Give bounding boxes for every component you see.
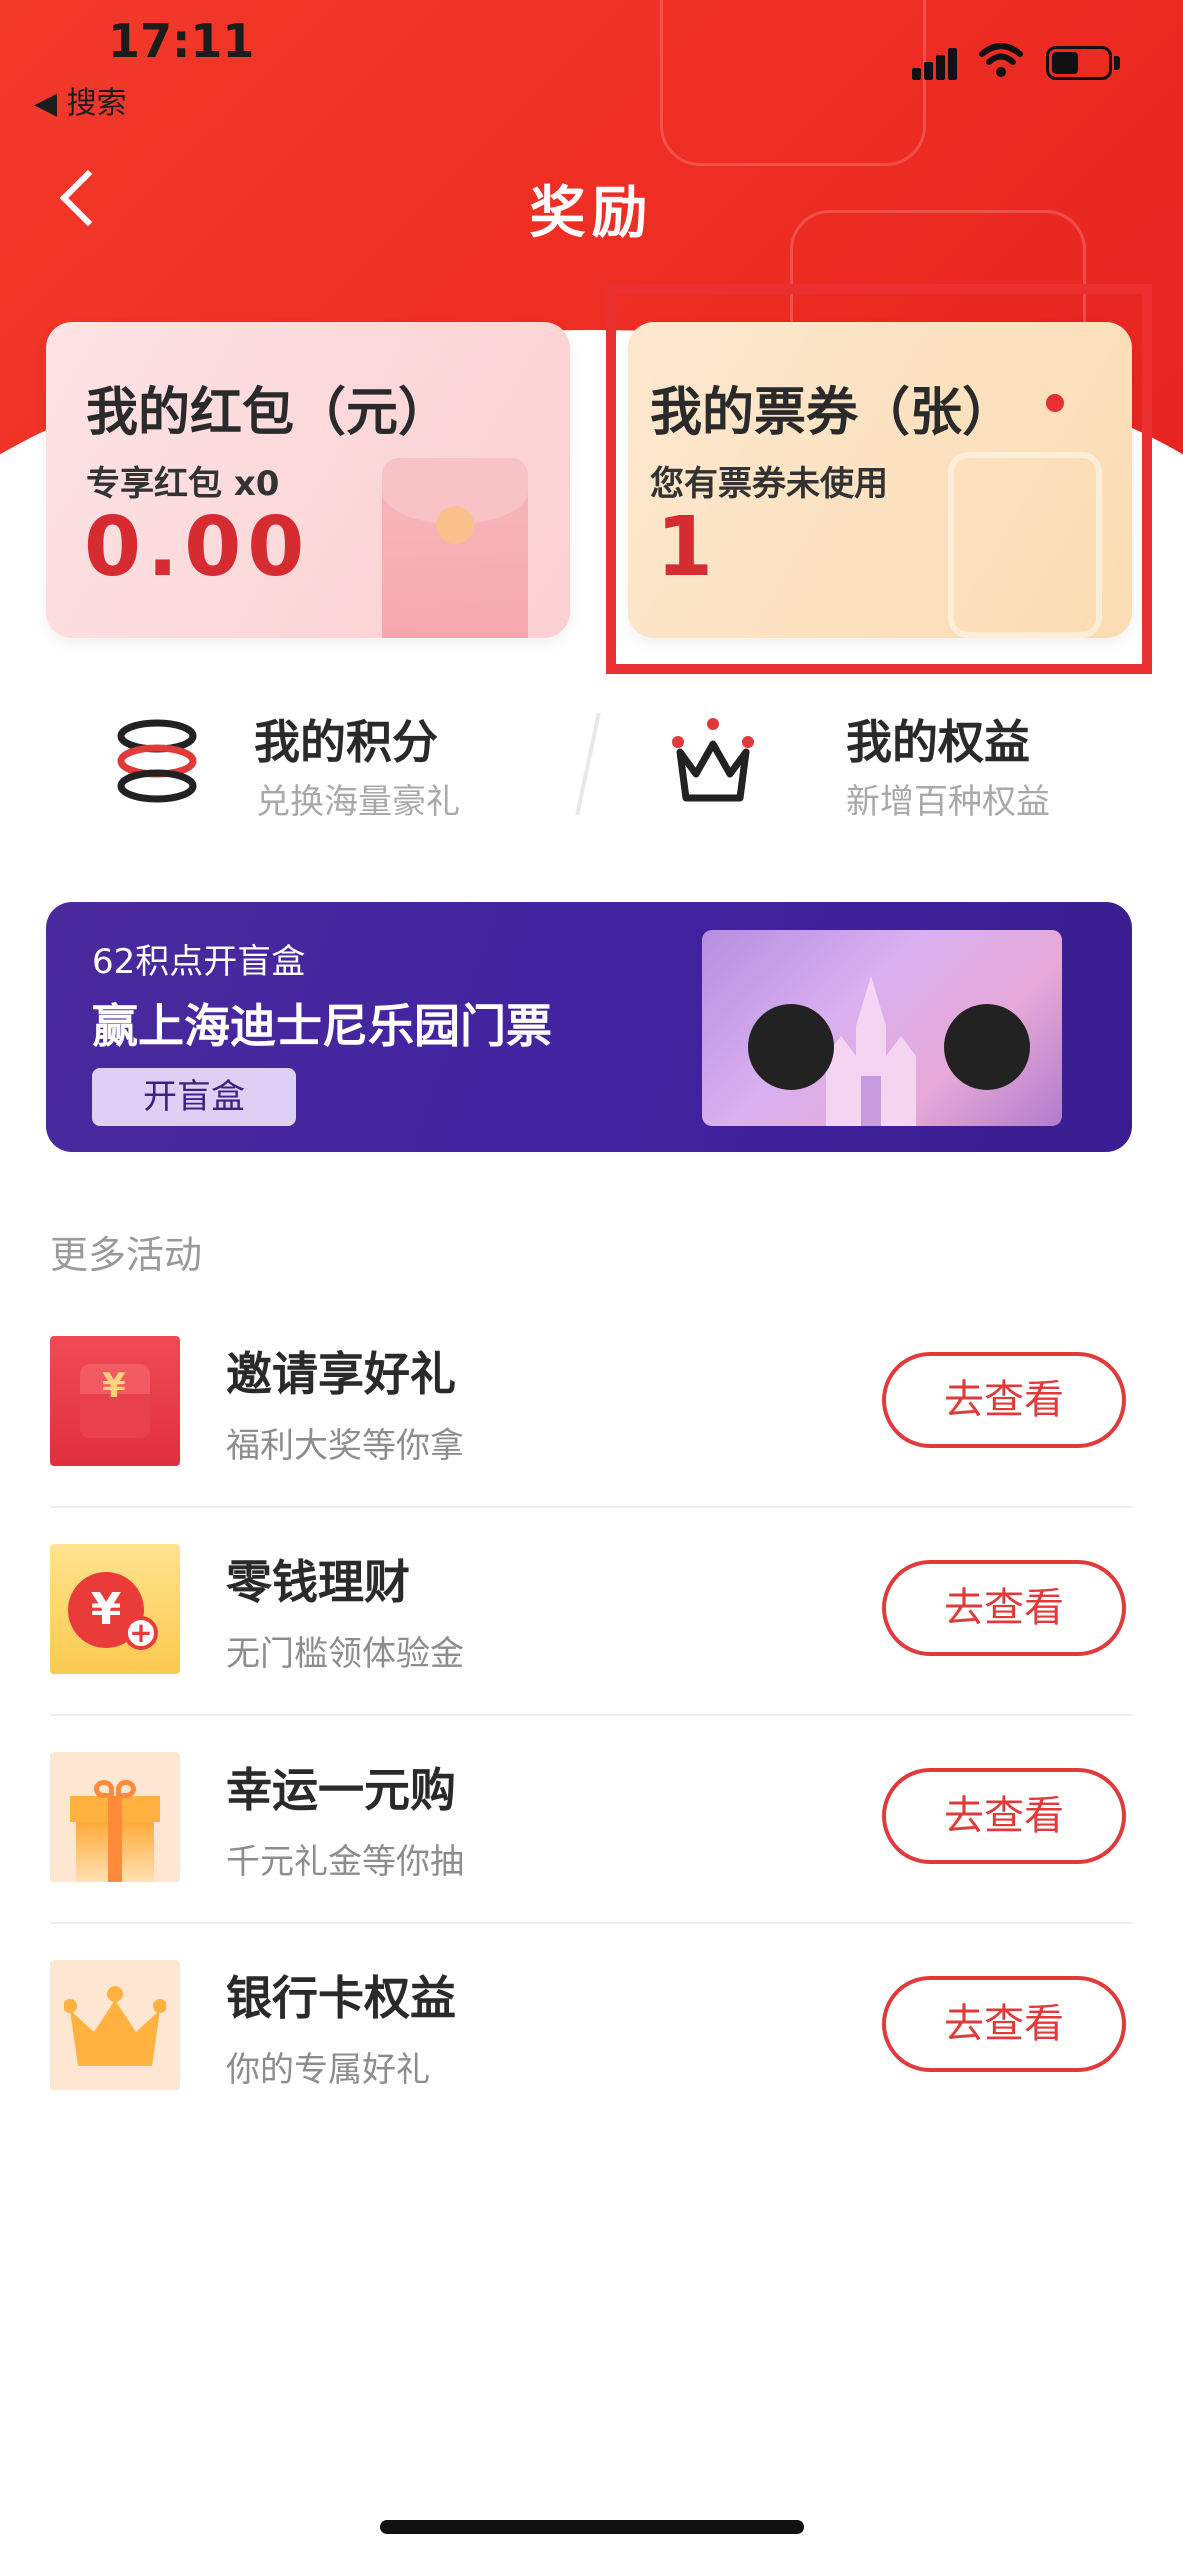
highlight-box [606, 284, 1152, 674]
status-time: 17:11 [108, 14, 255, 68]
yuan-coin-plus-icon: ¥ + [50, 1544, 180, 1674]
red-envelope-seal [436, 506, 474, 544]
minnie-illustration [944, 1004, 1030, 1090]
red-packet-subtitle: 专享红包 x0 [86, 464, 280, 504]
points-subtitle: 兑换海量豪礼 [256, 782, 460, 822]
banner-title: 赢上海迪士尼乐园门票 [92, 999, 552, 1053]
points-title[interactable]: 我的积分 [254, 706, 438, 772]
mickey-illustration [748, 1004, 834, 1090]
view-button[interactable]: 去查看 [882, 1768, 1126, 1864]
more-activities-title: 更多活动 [50, 1233, 203, 1277]
battery-level [1052, 52, 1078, 74]
page-title: 奖励 [529, 181, 654, 246]
gift-box-icon [50, 1752, 180, 1882]
wifi-icon [979, 43, 1023, 77]
red-envelope-icon: ¥ [50, 1336, 180, 1466]
cellular-signal-icon [912, 48, 958, 80]
crown-outline-icon[interactable] [668, 714, 758, 804]
list-divider [50, 1714, 1132, 1716]
view-button[interactable]: 去查看 [882, 1976, 1126, 2072]
home-indicator[interactable] [380, 2520, 804, 2534]
open-blind-box-button[interactable]: 开盲盒 [92, 1068, 296, 1126]
back-to-app-link[interactable]: ◀ 搜索 [34, 78, 127, 122]
activity-title: 邀请享好礼 [226, 1347, 456, 1401]
quick-divider [575, 712, 601, 816]
activity-title: 零钱理财 [226, 1555, 410, 1609]
view-button[interactable]: 去查看 [882, 1560, 1126, 1656]
coins-stack-icon[interactable] [112, 716, 202, 806]
red-packet-value: 0.00 [84, 500, 311, 595]
activity-subtitle: 千元礼金等你抽 [226, 1842, 464, 1882]
activity-title: 银行卡权益 [226, 1971, 456, 2025]
activity-subtitle: 无门槛领体验金 [226, 1634, 464, 1674]
benefits-subtitle: 新增百种权益 [846, 782, 1050, 822]
red-packet-title: 我的红包（元） [86, 383, 451, 443]
battery-tip [1114, 56, 1120, 70]
list-divider [50, 1922, 1132, 1924]
crown-icon [50, 1960, 180, 2090]
header-decoration [660, 0, 926, 166]
activity-title: 幸运一元购 [226, 1763, 456, 1817]
activity-subtitle: 福利大奖等你拿 [226, 1426, 464, 1466]
activity-subtitle: 你的专属好礼 [226, 2050, 430, 2090]
view-button[interactable]: 去查看 [882, 1352, 1126, 1448]
list-divider [50, 1506, 1132, 1508]
benefits-title[interactable]: 我的权益 [846, 706, 1030, 772]
banner-subtitle: 62积点开盲盒 [92, 942, 306, 982]
